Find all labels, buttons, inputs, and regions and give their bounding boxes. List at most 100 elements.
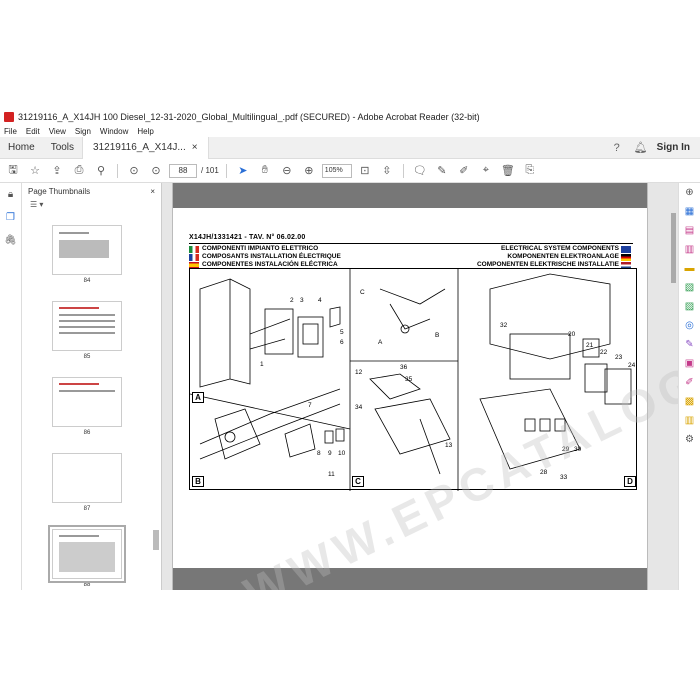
create-pdf-icon[interactable]: ▤ — [685, 225, 694, 236]
bookmark-star-icon[interactable]: ☆ — [26, 162, 44, 180]
prepare-form-icon[interactable]: ✐ — [685, 377, 693, 388]
document-view[interactable]: X14JH/1331421 - TAV. N° 06.02.00 COMPONE… — [162, 183, 678, 590]
tools-settings-icon[interactable]: ⚙ — [685, 434, 694, 445]
menu-help[interactable]: Help — [137, 127, 153, 136]
thumbnail-page-selected[interactable]: 88 — [48, 525, 126, 588]
callout: C — [360, 289, 365, 296]
more-tools-icon[interactable]: ▩ — [685, 396, 694, 407]
tab-document[interactable]: 31219116_A_X14J... × — [82, 136, 209, 159]
title-it: COMPONENTI IMPIANTO ELETTRICO — [202, 245, 319, 252]
main-area: 🔒︎ ❐ 🖇︎ Page Thumbnails × ☰ ▾ 84 85 86 8… — [0, 183, 700, 590]
callout: 9 — [328, 450, 332, 457]
comment-tool-icon[interactable]: ▬ — [685, 263, 695, 274]
sign-in-button[interactable]: Sign In — [657, 142, 690, 153]
thumbnail-number: 84 — [83, 278, 91, 284]
close-icon[interactable]: × — [150, 187, 155, 196]
menu-sign[interactable]: Sign — [75, 127, 91, 136]
callout: 2 — [290, 297, 294, 304]
close-icon[interactable]: × — [192, 142, 198, 153]
attachments-icon[interactable]: 🖇︎ — [4, 235, 17, 246]
edit-pdf-icon[interactable]: ▥ — [685, 244, 694, 255]
callout: 12 — [355, 369, 363, 376]
thumbnails-header: Page Thumbnails × — [22, 183, 161, 200]
callout: 30 — [574, 446, 582, 453]
fill-sign-icon[interactable]: ✎ — [685, 339, 693, 350]
protect-icon[interactable]: ▣ — [685, 358, 694, 369]
zoom-select[interactable]: 105% — [321, 163, 352, 178]
thumbnails-title: Page Thumbnails — [28, 187, 91, 196]
callout: 24 — [628, 362, 636, 369]
tab-home[interactable]: Home — [0, 137, 43, 159]
drawing-id: X14JH/1331421 - TAV. N° 06.02.00 — [189, 234, 306, 241]
delete-icon[interactable]: 🗑︎ — [499, 162, 517, 180]
callout: 5 — [340, 329, 344, 336]
comment-icon[interactable]: 🗨︎ — [411, 162, 429, 180]
thumbnail-number: 86 — [83, 430, 91, 436]
exploded-view-drawing: 2 3 1 4 5 6 7 8 9 10 11 12 34 35 36 13 A… — [189, 268, 637, 491]
right-tools-rail: ⊕ ▦ ▤ ▥ ▬ ▧ ▨ ◎ ✎ ▣ ✐ ▩ ▥ ⚙ — [678, 183, 700, 590]
save-icon[interactable]: 🖫 — [4, 162, 22, 180]
callout: 22 — [600, 349, 608, 356]
menu-edit[interactable]: Edit — [26, 127, 40, 136]
menu-file[interactable]: File — [4, 127, 17, 136]
callout: 11 — [328, 471, 335, 478]
thumbnail-number: 88 — [83, 582, 91, 588]
highlight-icon[interactable]: ✎ — [433, 162, 451, 180]
page-thumbnails-panel: Page Thumbnails × ☰ ▾ 84 85 86 87 88 — [22, 183, 162, 590]
scroll-mode-icon[interactable]: ⇳ — [378, 162, 396, 180]
callout: B — [435, 332, 439, 339]
hand-tool-icon[interactable]: ✋︎ — [256, 162, 274, 180]
callout: 33 — [560, 474, 568, 481]
callout: 10 — [338, 450, 346, 457]
menu-view[interactable]: View — [49, 127, 66, 136]
pdf-page: X14JH/1331421 - TAV. N° 06.02.00 COMPONE… — [172, 183, 678, 590]
callout: 32 — [500, 322, 508, 329]
notifications-icon[interactable]: 🔔︎ — [633, 141, 649, 154]
title-fr: COMPOSANTS INSTALLATION ÉLECTRIQUE — [202, 253, 341, 260]
document-scrollbar[interactable] — [670, 183, 678, 590]
italy-flag-icon — [189, 246, 199, 253]
tab-bar: Home Tools 31219116_A_X14J... × ? 🔔︎ Sig… — [0, 136, 700, 159]
lock-icon[interactable]: 🔒︎ — [8, 189, 13, 200]
organize-pages-icon[interactable]: ▨ — [685, 301, 694, 312]
callout: 21 — [586, 342, 594, 349]
zoom-out-icon[interactable]: ⊖ — [278, 162, 296, 180]
select-cursor-icon[interactable]: ➤ — [234, 162, 252, 180]
page-thumbnails-icon[interactable]: ❐ — [6, 212, 15, 223]
germany-flag-icon — [621, 254, 631, 261]
parts-illustration: 2 3 1 4 5 6 7 8 9 10 11 12 34 35 36 13 A… — [189, 269, 636, 491]
search-icon[interactable]: ⚲ — [92, 162, 110, 180]
menu-window[interactable]: Window — [100, 127, 128, 136]
compress-icon[interactable]: ◎ — [685, 320, 694, 331]
thumbnail-page[interactable]: 85 — [52, 301, 122, 360]
list-options-icon[interactable]: ☰ ▾ — [22, 200, 161, 216]
page-bottom-band — [173, 568, 647, 590]
draw-icon[interactable]: ✐ — [455, 162, 473, 180]
callout: 8 — [317, 450, 321, 457]
thumbnail-page[interactable]: 84 — [52, 225, 122, 284]
search-icon[interactable]: ⊕ — [685, 187, 693, 198]
callout: 36 — [400, 364, 408, 371]
scan-ocr-icon[interactable]: ▥ — [685, 415, 694, 426]
text-edit-icon[interactable]: ⌖ — [477, 162, 495, 180]
thumbnail-page[interactable]: 86 — [52, 377, 122, 436]
print-icon[interactable]: ⎙ — [70, 162, 88, 180]
zoom-in-icon[interactable]: ⊕ — [300, 162, 318, 180]
combine-files-icon[interactable]: ▧ — [685, 282, 694, 293]
callout: 1 — [260, 361, 264, 368]
upload-icon[interactable]: ⇪ — [48, 162, 66, 180]
help-icon[interactable]: ? — [609, 142, 625, 154]
thumbnail-page[interactable]: 87 — [52, 453, 122, 512]
page-top-band — [173, 183, 647, 208]
thumbnails-scrollbar[interactable] — [153, 225, 159, 590]
next-page-icon[interactable]: ⊙ — [147, 162, 165, 180]
stamp-icon[interactable]: ⎘ — [521, 162, 539, 180]
tab-tools[interactable]: Tools — [43, 137, 82, 159]
uk-flag-icon — [621, 246, 631, 253]
fit-page-icon[interactable]: ⊡ — [356, 162, 374, 180]
page-number-input[interactable]: 88 — [169, 163, 197, 178]
export-pdf-icon[interactable]: ▦ — [685, 206, 694, 217]
callout: 34 — [355, 404, 363, 411]
previous-page-icon[interactable]: ⊙ — [125, 162, 143, 180]
callout: 6 — [340, 339, 344, 346]
